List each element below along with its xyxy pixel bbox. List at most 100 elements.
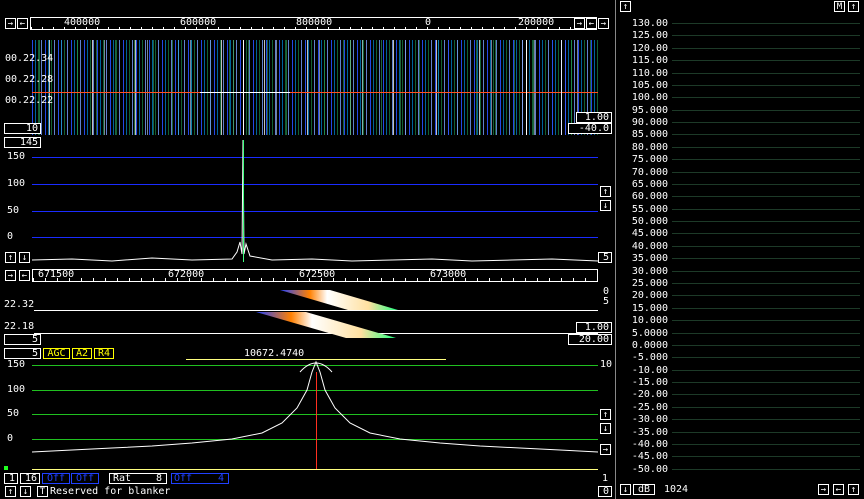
baseband-waterfall-avg-box[interactable]: 5 — [4, 334, 41, 345]
scale-gridline — [672, 122, 860, 123]
t-button[interactable]: T — [37, 486, 48, 497]
off-button-3[interactable]: Off 4 — [171, 473, 229, 484]
wide-waterfall[interactable] — [32, 40, 598, 135]
scale-label: 55.000 — [631, 204, 668, 215]
scale-gridline — [672, 469, 860, 470]
off-button-1[interactable]: Off — [42, 473, 70, 484]
baseband-scroll-left-button[interactable]: ← — [19, 270, 30, 281]
wide-graph-up-left-button[interactable]: ↑ — [5, 252, 16, 263]
scale-gridline — [672, 382, 860, 383]
status-box-1[interactable]: 1 — [4, 473, 18, 484]
scroll-left-button[interactable]: ← — [586, 18, 597, 29]
wide-graph-down-left-button[interactable]: ↓ — [19, 252, 30, 263]
scale-label: -30.00 — [631, 414, 668, 425]
waterfall-bright-line — [526, 40, 527, 135]
baseband-graph-right-top: 10 — [600, 359, 613, 370]
wide-graph-up-button[interactable]: ↑ — [600, 186, 611, 197]
r4-button[interactable]: R4 — [94, 348, 114, 359]
rat-field[interactable]: Rat 8 — [109, 473, 167, 484]
waterfall-avg-box[interactable]: 10 — [4, 123, 41, 134]
side-panel-left-button[interactable]: ← — [833, 484, 844, 495]
baseband-graph-down-button[interactable]: ↓ — [600, 423, 611, 434]
scale-label: -45.00 — [631, 451, 668, 462]
m-button[interactable]: M — [834, 1, 845, 12]
scale-label: -20.00 — [631, 389, 668, 400]
scale-label: -15.00 — [631, 377, 668, 388]
status-right-box[interactable]: 0 — [598, 486, 612, 497]
spectrum-axis-label: 200000 — [518, 17, 555, 28]
scroll-end-button[interactable]: → — [598, 18, 609, 29]
scale-label: 45.000 — [631, 228, 668, 239]
scale-gridline — [672, 370, 860, 371]
scale-label: 105.00 — [631, 80, 668, 91]
scale-gridline — [672, 110, 860, 111]
fft-size-label: 1024 — [664, 484, 689, 495]
scale-gridline — [672, 271, 860, 272]
scale-label: 0.0000 — [631, 340, 668, 351]
baseband-waterfall-time: 22.32 — [4, 299, 35, 310]
baseband-frequency: 10672.4740 — [244, 348, 305, 359]
status-up-button[interactable]: ↑ — [5, 486, 16, 497]
wide-graph-down-button[interactable]: ↓ — [600, 200, 611, 211]
baseband-graph-spectrum — [32, 360, 598, 453]
scale-gridline — [672, 73, 860, 74]
spectrum-axis-label: 600000 — [180, 17, 217, 28]
side-panel-up-right-button[interactable]: ↑ — [848, 1, 859, 12]
a2-button[interactable]: A2 — [72, 348, 92, 359]
baseband-graph-up-button[interactable]: ↑ — [600, 409, 611, 420]
baseband-graph-ytick: 0 — [7, 433, 14, 444]
scale-gridline — [672, 308, 860, 309]
scale-label: 75.000 — [631, 154, 668, 165]
scale-gridline — [672, 85, 860, 86]
scale-gridline — [672, 209, 860, 210]
scale-gridline — [672, 23, 860, 24]
baseband-waterfall-offset-box[interactable]: 20.00 — [568, 334, 612, 345]
scroll-right-button[interactable]: → — [574, 18, 585, 29]
baseband-waterfall-gain-box[interactable]: 1.00 — [576, 322, 612, 333]
waterfall-offset-box[interactable]: -40.0 — [568, 123, 612, 134]
scale-label: -35.00 — [631, 427, 668, 438]
scale-label: 50.000 — [631, 216, 668, 227]
scale-gridline — [672, 295, 860, 296]
baseband-waterfall-trace — [256, 290, 398, 338]
waterfall-bright-line — [561, 40, 562, 135]
scale-label: 15.000 — [631, 303, 668, 314]
wide-graph-step-box[interactable]: 5 — [598, 252, 612, 263]
status-box-2[interactable]: 16 — [20, 473, 40, 484]
scale-gridline — [672, 159, 860, 160]
off-label-3: Off — [174, 473, 193, 484]
scale-label: 25.000 — [631, 278, 668, 289]
scale-label: -25.00 — [631, 402, 668, 413]
baseband-graph-scroll-button[interactable]: → — [600, 444, 611, 455]
scroll-right-top-button[interactable]: → — [5, 18, 16, 29]
waterfall-time-marker — [200, 92, 290, 93]
off-button-2[interactable]: Off — [71, 473, 99, 484]
scale-label: 40.000 — [631, 241, 668, 252]
scale-label: 95.000 — [631, 105, 668, 116]
scale-label: 60.000 — [631, 191, 668, 202]
side-panel-down-button[interactable]: ↓ — [620, 484, 631, 495]
baseband-scroll-right-button[interactable]: → — [5, 270, 16, 281]
scale-label: 90.000 — [631, 117, 668, 128]
scale-label: 130.00 — [631, 18, 668, 29]
side-panel-end-button[interactable]: ↑ — [848, 484, 859, 495]
side-panel-up-button[interactable]: ↑ — [620, 1, 631, 12]
db-button[interactable]: dB — [633, 484, 655, 495]
scale-gridline — [672, 345, 860, 346]
side-panel-right-button[interactable]: → — [818, 484, 829, 495]
scale-label: 120.00 — [631, 43, 668, 54]
scale-label: 5.0000 — [631, 328, 668, 339]
status-down-button[interactable]: ↓ — [20, 486, 31, 497]
waterfall-time-label: 00.22.28 — [5, 74, 54, 85]
baseband-axis-label: 672000 — [168, 269, 205, 280]
agc-button[interactable]: AGC — [43, 348, 70, 359]
wide-graph-carrier — [243, 140, 244, 262]
waterfall-gain-box[interactable]: 1.00 — [576, 112, 612, 123]
baseband-graph-avg-box[interactable]: 5 — [4, 348, 41, 359]
scale-label: 70.000 — [631, 167, 668, 178]
scale-gridline — [672, 35, 860, 36]
scroll-left-top-button[interactable]: ← — [17, 18, 28, 29]
scale-gridline — [672, 333, 860, 334]
scale-label: 85.000 — [631, 129, 668, 140]
scale-label: 35.000 — [631, 253, 668, 264]
